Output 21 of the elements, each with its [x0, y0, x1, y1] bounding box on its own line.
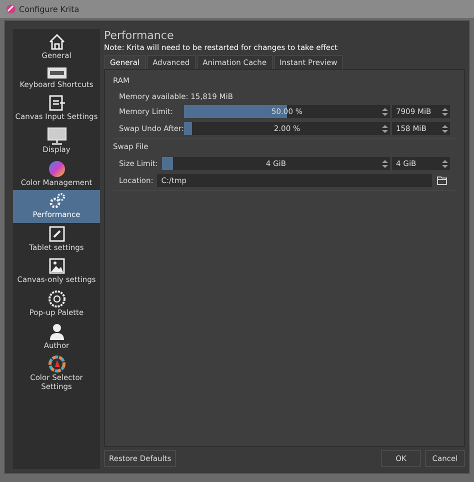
color-wheel-icon: [48, 355, 66, 374]
pen-tablet-icon: [48, 224, 66, 243]
spin-arrows-icon[interactable]: [382, 158, 388, 168]
spin-arrows-icon[interactable]: [382, 124, 388, 134]
home-icon: [48, 33, 66, 51]
keyboard-icon: [46, 66, 66, 80]
page-title: Performance: [104, 29, 175, 42]
monitor-icon: [46, 126, 66, 145]
gears-icon: [48, 192, 66, 210]
spin-arrows-icon[interactable]: [442, 158, 448, 168]
spin-arrows-icon[interactable]: [442, 106, 448, 116]
spin-arrows-icon[interactable]: [442, 124, 448, 134]
input-settings-icon: [48, 94, 66, 112]
image-icon: [48, 257, 66, 276]
app-icon: [6, 4, 16, 14]
palette-icon: [48, 290, 66, 308]
window-title: Configure Krita: [19, 4, 80, 14]
folder-icon[interactable]: [437, 176, 447, 185]
color-ball-icon: [48, 160, 66, 178]
person-icon: [48, 322, 66, 341]
spin-arrows-icon[interactable]: [382, 106, 388, 116]
